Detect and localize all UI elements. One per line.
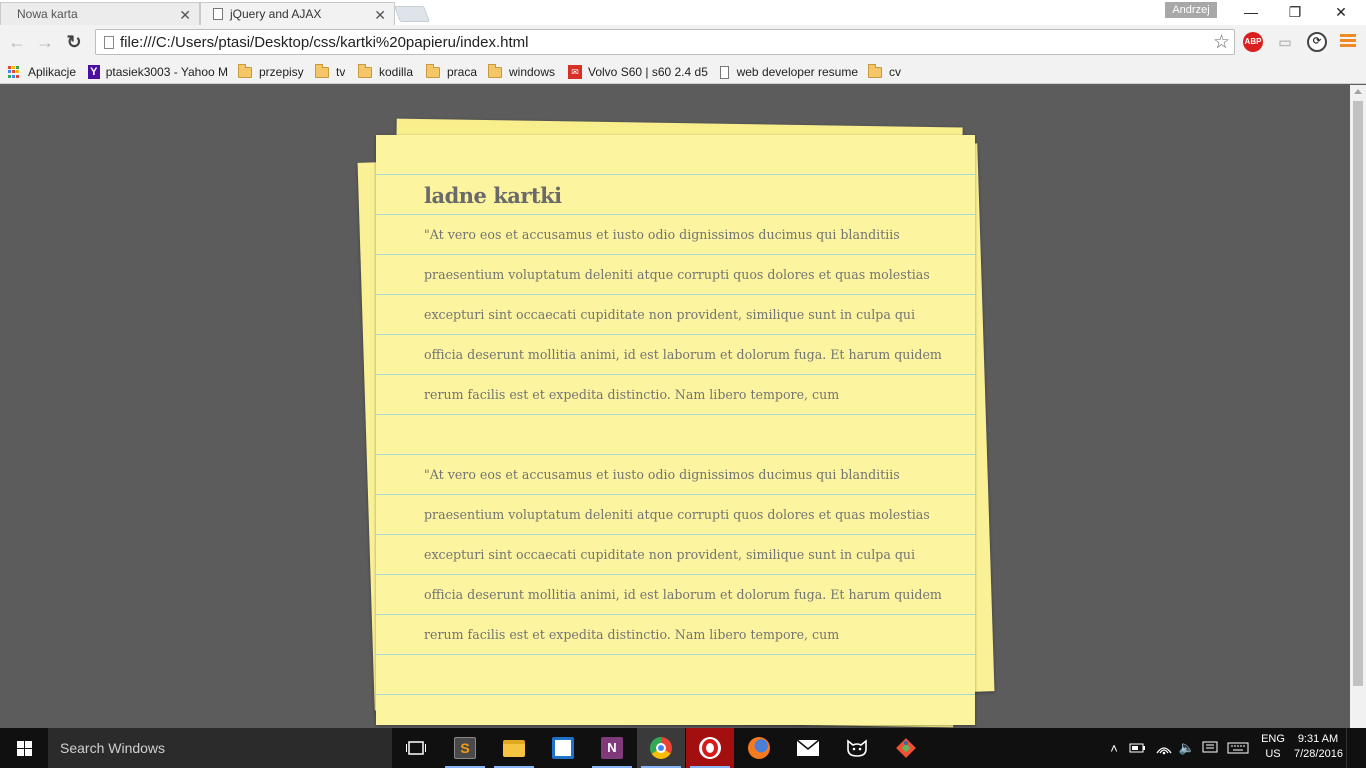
note-content: ladne kartki "At vero eos et accusamus e… xyxy=(424,175,955,655)
visual-studio-icon[interactable] xyxy=(539,728,587,768)
opera-icon[interactable] xyxy=(686,728,734,768)
folder-icon xyxy=(426,63,440,78)
scrollbar-thumb[interactable] xyxy=(1353,101,1363,686)
apps-icon xyxy=(8,66,20,78)
bookmark-label: windows xyxy=(509,65,556,79)
chrome-menu-icon[interactable] xyxy=(1340,34,1356,50)
task-view-icon[interactable] xyxy=(392,728,440,768)
bookmark-yahoo[interactable]: Y ptasiek3003 - Yahoo M xyxy=(88,63,228,81)
windows-logo-icon xyxy=(17,741,32,756)
bookmark-apps[interactable]: Aplikacje xyxy=(8,63,76,81)
url-input[interactable] xyxy=(120,32,1200,52)
clock-date: 7/28/2016 xyxy=(1294,748,1343,760)
bookmark-volvo[interactable]: ✉ Volvo S60 | s60 2.4 d5 xyxy=(568,63,710,81)
scroll-up-icon[interactable] xyxy=(1354,89,1362,94)
show-hidden-icons-icon[interactable]: ˄ xyxy=(1106,728,1122,768)
volume-icon[interactable]: 🔈 xyxy=(1177,728,1197,768)
minimize-button[interactable]: — xyxy=(1228,0,1274,25)
tab-strip: Nowa karta ✕ jQuery and AJAX ✕ Andrzej —… xyxy=(0,0,1366,25)
note-paragraph: "At vero eos et accusamus et iusto odio … xyxy=(424,467,942,642)
folder-icon xyxy=(488,63,502,78)
onenote-icon[interactable]: N xyxy=(588,728,636,768)
close-icon[interactable]: ✕ xyxy=(179,7,191,24)
close-window-button[interactable]: ✕ xyxy=(1318,0,1364,25)
paper-sheet-front: ladne kartki "At vero eos et accusamus e… xyxy=(376,135,975,725)
folder-icon xyxy=(238,63,252,78)
folder-icon xyxy=(868,63,882,78)
page-icon xyxy=(104,36,114,49)
language-region: US xyxy=(1265,748,1281,760)
profile-button[interactable]: Andrzej xyxy=(1165,2,1217,18)
close-icon[interactable]: ✕ xyxy=(374,7,386,24)
git-icon[interactable] xyxy=(882,728,930,768)
folder-icon xyxy=(315,63,329,78)
mail-icon[interactable] xyxy=(784,728,832,768)
tab-title: jQuery and AJAX xyxy=(230,7,322,21)
github-icon[interactable] xyxy=(833,728,881,768)
extension-icon[interactable]: ⟳ xyxy=(1307,32,1327,52)
bookmark-label: web developer resume xyxy=(736,65,858,79)
cast-icon[interactable]: ▭ xyxy=(1275,32,1295,52)
taskbar-search[interactable] xyxy=(48,728,392,768)
sublime-icon[interactable]: S xyxy=(441,728,489,768)
reload-icon[interactable]: ↻ xyxy=(62,30,86,54)
page-icon xyxy=(213,8,223,20)
tab-title: Nowa karta xyxy=(17,7,78,21)
bookmark-label: ptasiek3003 - Yahoo M xyxy=(105,65,228,79)
forward-arrow-icon[interactable]: → xyxy=(33,30,57,54)
bookmark-web-developer-resume[interactable]: web developer resume xyxy=(720,63,858,81)
tab-jquery-ajax[interactable]: jQuery and AJAX ✕ xyxy=(200,2,395,25)
battery-icon[interactable] xyxy=(1128,728,1148,768)
address-bar[interactable]: ☆ xyxy=(95,29,1235,55)
page-icon xyxy=(720,65,729,79)
vertical-scrollbar[interactable] xyxy=(1350,85,1366,728)
gmail-icon: ✉ xyxy=(568,65,582,79)
yahoo-icon: Y xyxy=(88,65,100,79)
bookmark-star-icon[interactable]: ☆ xyxy=(1213,31,1230,54)
windows-taskbar: S N ˄ 🔈 ENG US xyxy=(0,728,1366,768)
show-desktop-button[interactable] xyxy=(1346,728,1366,768)
language-code: ENG xyxy=(1261,733,1285,745)
note-title: ladne kartki xyxy=(424,183,562,208)
browser-toolbar: ← → ↻ ☆ ABP ▭ ⟳ xyxy=(0,25,1366,59)
clock-time: 9:31 AM xyxy=(1297,733,1339,745)
search-input[interactable] xyxy=(60,738,380,758)
bookmark-label: Volvo S60 | s60 2.4 d5 xyxy=(588,65,708,79)
folder-icon xyxy=(358,63,372,78)
chrome-icon[interactable] xyxy=(637,728,685,768)
bookmark-label: praca xyxy=(447,65,478,79)
adblock-plus-icon[interactable]: ABP xyxy=(1243,32,1263,52)
bookmark-cv[interactable]: cv xyxy=(868,63,901,81)
bookmark-praca[interactable]: praca xyxy=(426,63,477,81)
tab-new-tab[interactable]: Nowa karta ✕ xyxy=(0,2,200,25)
wifi-icon[interactable] xyxy=(1154,728,1174,768)
taskbar-clock[interactable]: 9:31 AM 7/28/2016 xyxy=(1294,732,1343,762)
bookmark-label: przepisy xyxy=(259,65,304,79)
file-explorer-icon[interactable] xyxy=(490,728,538,768)
new-tab-button[interactable] xyxy=(394,6,430,22)
action-center-icon[interactable] xyxy=(1200,728,1220,768)
keyboard-icon[interactable] xyxy=(1225,728,1251,768)
bookmark-przepisy[interactable]: przepisy xyxy=(238,63,304,81)
restore-button[interactable]: ❐ xyxy=(1272,0,1318,25)
bookmarks-bar: Aplikacje Y ptasiek3003 - Yahoo M przepi… xyxy=(0,59,1366,84)
bookmark-kodilla[interactable]: kodilla xyxy=(358,63,413,81)
firefox-icon[interactable] xyxy=(735,728,783,768)
language-indicator[interactable]: ENG US xyxy=(1258,732,1288,762)
start-button[interactable] xyxy=(0,728,48,768)
bookmark-label: tv xyxy=(336,65,346,79)
back-arrow-icon[interactable]: ← xyxy=(5,30,29,54)
bookmark-label: cv xyxy=(889,65,901,79)
bookmark-windows[interactable]: windows xyxy=(488,63,555,81)
bookmark-label: Aplikacje xyxy=(28,65,77,79)
page-viewport: ladne kartki "At vero eos et accusamus e… xyxy=(0,85,1350,728)
bookmark-label: kodilla xyxy=(379,65,414,79)
bookmark-tv[interactable]: tv xyxy=(315,63,345,81)
note-paragraph: "At vero eos et accusamus et iusto odio … xyxy=(424,227,942,402)
